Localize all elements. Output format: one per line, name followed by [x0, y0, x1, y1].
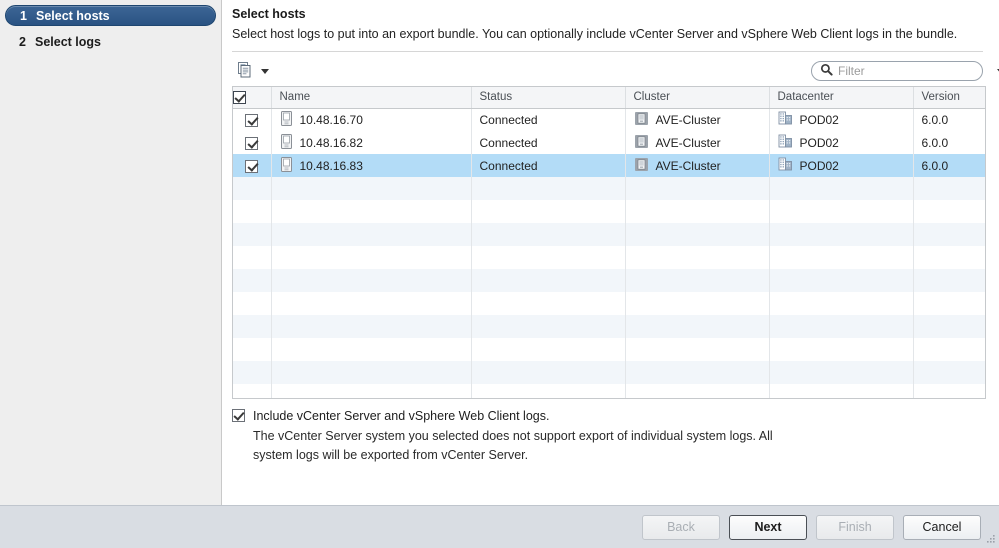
cell-status: Connected [471, 108, 626, 131]
cell-version: 6.0.0 [921, 112, 949, 127]
filter-input[interactable] [833, 64, 993, 78]
wizard-step-number: 1 [20, 8, 27, 23]
wizard-step-select-hosts[interactable]: 1 Select hosts [5, 5, 216, 26]
page-description: Select host logs to put into an export b… [232, 27, 958, 41]
column-header-datacenter[interactable]: Datacenter [769, 87, 914, 109]
table-row-empty [233, 384, 985, 398]
host-server-icon [280, 110, 293, 129]
copy-to-clipboard-button[interactable] [232, 59, 272, 84]
host-name-text: 10.48.16.70 [299, 112, 363, 127]
row-select-cell[interactable] [233, 154, 272, 177]
cell-cluster: AVE-Cluster [625, 108, 770, 131]
table-row-empty [233, 315, 985, 338]
wizard-step-list: 1 Select hosts 2 Select logs [0, 0, 222, 505]
copy-pages-icon [235, 61, 253, 82]
wizard-step-label: Select hosts [36, 8, 110, 23]
table-row[interactable]: 10.48.16.82 Connected AVE-Cluster POD02 … [233, 131, 985, 154]
resize-grip-icon[interactable] [983, 533, 996, 546]
datacenter-name-text: POD02 [799, 112, 839, 127]
host-name-text: 10.48.16.83 [299, 158, 363, 173]
datacenter-building-icon [778, 157, 793, 174]
datacenter-building-icon [778, 111, 793, 128]
table-row[interactable]: 10.48.16.83 Connected AVE-Cluster POD02 … [233, 154, 985, 177]
include-vcenter-logs-row[interactable]: Include vCenter Server and vSphere Web C… [232, 409, 983, 423]
table-row[interactable]: 10.48.16.70 Connected AVE-Cluster POD02 … [233, 108, 985, 131]
back-button[interactable]: Back [642, 514, 720, 540]
datacenter-name-text: POD02 [799, 158, 839, 173]
table-toolbar [232, 52, 999, 86]
cell-version: 6.0.0 [913, 154, 985, 177]
select-all-checkbox[interactable] [233, 90, 246, 104]
host-name-text: 10.48.16.82 [299, 135, 363, 150]
column-header-status[interactable]: Status [471, 87, 626, 109]
cell-cluster: AVE-Cluster [625, 154, 770, 177]
export-system-logs-dialog: 1 Select hosts 2 Select logs Select host… [0, 0, 999, 548]
cell-cluster: AVE-Cluster [625, 131, 770, 154]
datacenter-building-icon [778, 157, 792, 171]
cluster-icon [634, 157, 648, 171]
wizard-step-number: 2 [19, 34, 26, 49]
cell-name: 10.48.16.82 [271, 131, 472, 154]
caret-down-icon [261, 68, 269, 74]
datacenter-building-icon [778, 134, 792, 148]
datacenter-building-icon [778, 134, 793, 151]
row-select-cell[interactable] [233, 108, 272, 131]
dialog-footer: Back Next Finish Cancel [0, 505, 999, 548]
cluster-icon [634, 134, 649, 152]
table-row-empty [233, 223, 985, 246]
cluster-name-text: AVE-Cluster [655, 112, 721, 127]
row-checkbox[interactable] [245, 136, 259, 150]
table-row-empty [233, 269, 985, 292]
cell-status: Connected [471, 154, 626, 177]
filter-field[interactable] [811, 61, 999, 81]
cluster-icon [634, 157, 649, 175]
cell-datacenter: POD02 [769, 108, 914, 131]
table-header-row: Name Status Cluster Datacenter Version [233, 87, 985, 109]
page-title: Select hosts [232, 7, 306, 21]
cancel-button[interactable]: Cancel [903, 514, 981, 540]
column-header-name[interactable]: Name [271, 87, 472, 109]
search-icon [820, 63, 833, 79]
cluster-name-text: AVE-Cluster [655, 158, 721, 173]
next-button[interactable]: Next [729, 514, 807, 540]
cell-name: 10.48.16.83 [271, 154, 472, 177]
column-header-cluster[interactable]: Cluster [625, 87, 770, 109]
row-select-cell[interactable] [233, 131, 272, 154]
cluster-icon [634, 111, 649, 129]
cluster-icon [634, 134, 648, 148]
finish-button[interactable]: Finish [816, 514, 894, 540]
table-row-empty [233, 361, 985, 384]
datacenter-building-icon [778, 111, 792, 125]
table-row-empty [233, 200, 985, 223]
row-checkbox[interactable] [245, 113, 259, 127]
host-server-icon [280, 133, 292, 149]
include-vcenter-logs-note: The vCenter Server system you selected d… [253, 429, 773, 462]
cell-datacenter: POD02 [769, 131, 914, 154]
host-server-icon [280, 156, 293, 175]
table-row-empty [233, 246, 985, 269]
include-vcenter-logs-label: Include vCenter Server and vSphere Web C… [253, 409, 550, 423]
column-header-version[interactable]: Version [913, 87, 985, 109]
hosts-table: Name Status Cluster Datacenter Version 1… [232, 86, 986, 399]
table-row-empty [233, 338, 985, 361]
content-pane: Select hosts Select host logs to put int… [222, 0, 999, 505]
datacenter-name-text: POD02 [799, 135, 839, 150]
cluster-icon [634, 111, 648, 125]
host-server-icon [280, 133, 293, 152]
wizard-step-select-logs[interactable]: 2 Select logs [5, 31, 216, 52]
cell-datacenter: POD02 [769, 154, 914, 177]
cell-status: Connected [471, 131, 626, 154]
include-vcenter-logs-checkbox[interactable] [232, 409, 245, 422]
cell-version: 6.0.0 [921, 135, 949, 150]
host-server-icon [280, 156, 292, 172]
table-body: 10.48.16.70 Connected AVE-Cluster POD02 … [233, 108, 985, 398]
wizard-step-label: Select logs [35, 34, 101, 49]
table-row-empty [233, 292, 985, 315]
cell-name: 10.48.16.70 [271, 108, 472, 131]
select-all-header[interactable] [233, 87, 272, 109]
host-server-icon [280, 110, 292, 126]
cluster-name-text: AVE-Cluster [655, 135, 721, 150]
row-checkbox[interactable] [245, 159, 259, 173]
table-row-empty [233, 177, 985, 200]
